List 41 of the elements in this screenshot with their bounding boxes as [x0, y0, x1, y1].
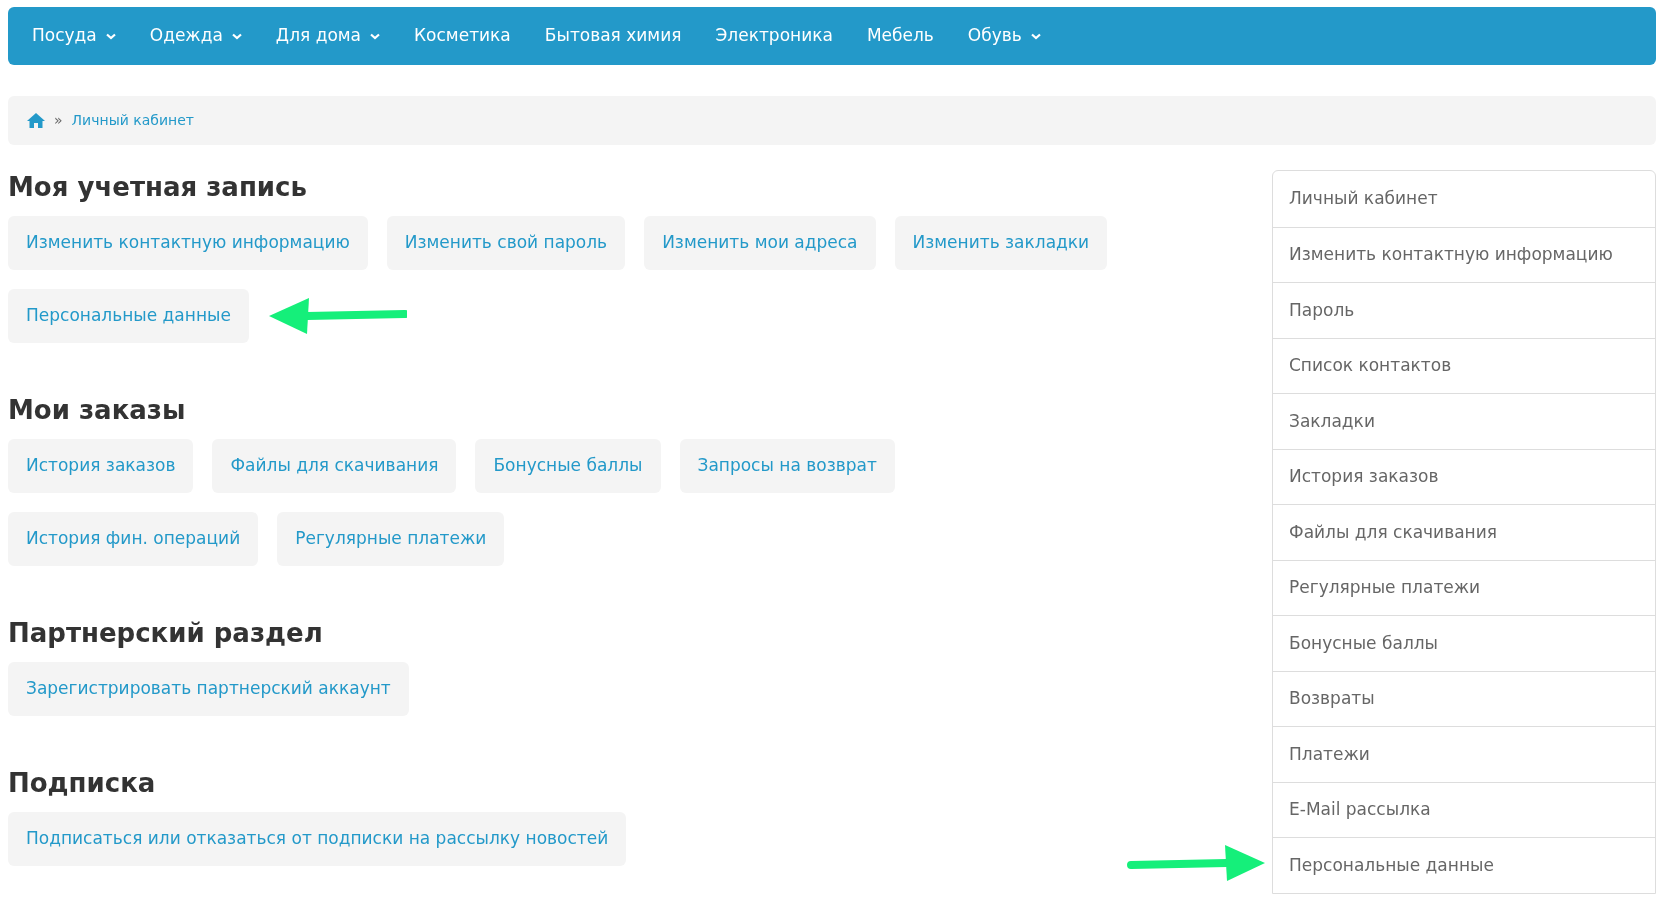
account-link-button[interactable]: Зарегистрировать партнерский аккаунт [8, 662, 409, 716]
section-heading: Мои заказы [8, 394, 187, 427]
section-heading: Моя учетная запись [8, 171, 308, 204]
account-link-button[interactable]: Изменить мои адреса [644, 216, 876, 270]
account-link-button[interactable]: Подписаться или отказаться от подписки на рассылку новостей [8, 812, 627, 866]
account-link-button[interactable]: Файлы для скачивания [212, 439, 457, 493]
section-heading: Подписка [8, 767, 157, 800]
nav-menu-item[interactable]: Для дома [275, 23, 381, 49]
account-menu-item[interactable]: Персональные данные [1273, 837, 1655, 893]
account-menu-item[interactable]: Изменить контактную информацию [1273, 226, 1655, 282]
account-menu-item[interactable]: Регулярные платежи [1273, 559, 1655, 615]
account-link-button[interactable]: Изменить свой пароль [386, 216, 626, 270]
account-menu-item[interactable]: Список контактов [1273, 337, 1655, 393]
account-menu-item[interactable]: Возвраты [1273, 670, 1655, 726]
account-menu-item[interactable]: Бонусные баллы [1273, 615, 1655, 671]
account-menu-item[interactable]: Файлы для скачивания [1273, 504, 1655, 560]
account-link-button[interactable]: История фин. операций [8, 512, 259, 566]
section-heading: Партнерский раздел [8, 617, 324, 650]
breadcrumb-separator: » [54, 111, 63, 130]
nav-menu-item[interactable]: Одежда [149, 23, 242, 49]
account-link-button[interactable]: Изменить контактную информацию [8, 216, 368, 270]
account-menu-item[interactable]: Закладки [1273, 393, 1655, 449]
nav-menu-item[interactable]: Электроника [715, 23, 833, 49]
breadcrumb-link[interactable]: Личный кабинет [71, 110, 194, 131]
nav-menu-item[interactable]: Посуда [32, 23, 116, 49]
account-link-button[interactable]: Регулярные платежи [277, 512, 505, 566]
account-link-button[interactable]: Изменить закладки [894, 216, 1108, 270]
account-menu-item[interactable]: История заказов [1273, 448, 1655, 504]
account-menu-item[interactable]: Платежи [1273, 726, 1655, 782]
account-link-button[interactable]: Запросы на возврат [679, 439, 895, 493]
nav-menu-item[interactable]: Косметика [414, 23, 511, 49]
nav-menu-item[interactable]: Бытовая химия [544, 23, 682, 49]
account-link-button[interactable]: История заказов [8, 439, 194, 493]
nav-menu-item[interactable]: Обувь [967, 23, 1041, 49]
home-icon[interactable] [27, 113, 45, 128]
account-menu-item[interactable]: E-Mail рассылка [1273, 781, 1655, 837]
nav-menu-item[interactable]: Мебель [866, 23, 934, 49]
account-link-button[interactable]: Персональные данные [8, 289, 249, 343]
account-link-button[interactable]: Бонусные баллы [475, 439, 661, 493]
account-menu-item[interactable]: Личный кабинет [1273, 171, 1655, 227]
account-menu-item[interactable]: Пароль [1273, 282, 1655, 338]
